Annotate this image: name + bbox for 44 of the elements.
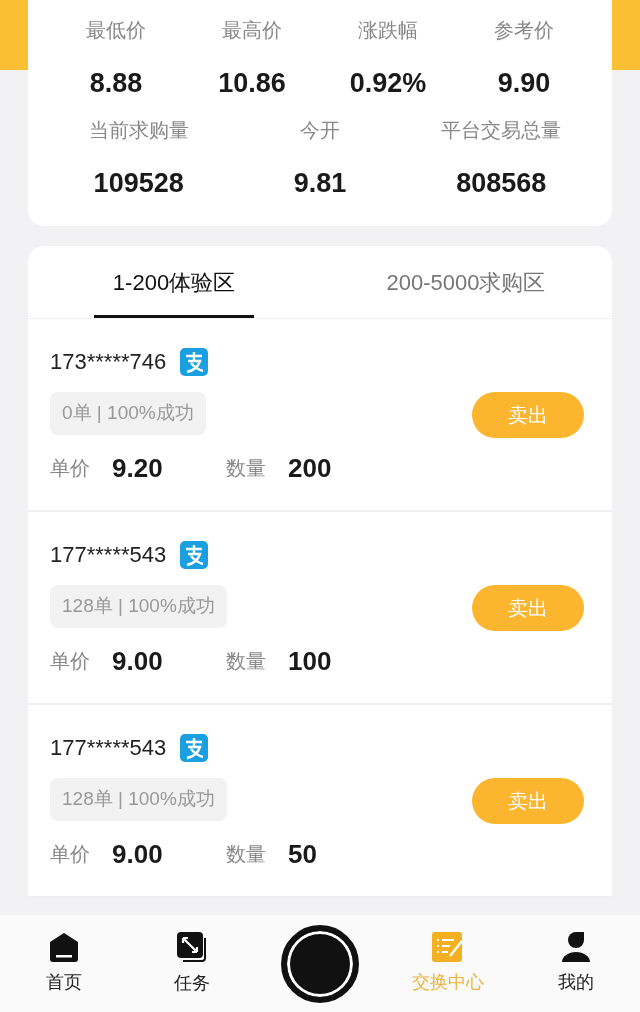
price-label: 单价 xyxy=(50,456,90,482)
tab[interactable]: 200-5000求购区 xyxy=(320,246,612,318)
stat-value: 10.86 xyxy=(218,68,286,98)
user-phone: 177*****543 xyxy=(50,734,167,763)
price-label: 单价 xyxy=(50,842,90,868)
stat-value: 8.88 xyxy=(89,68,143,98)
nav-tab[interactable]: 我的 xyxy=(512,931,640,996)
payment-icon xyxy=(180,733,209,762)
stat-label: 最低价 xyxy=(86,18,146,42)
quantity-value: 50 xyxy=(288,837,317,871)
user-phone: 177*****543 xyxy=(50,541,167,570)
price-label: 单价 xyxy=(50,649,90,675)
nav-tab[interactable]: 任务 xyxy=(128,930,256,997)
tab[interactable]: 1-200体验区 xyxy=(94,246,254,318)
price-value: 9.00 xyxy=(112,644,164,678)
nav-tab[interactable]: 首页 xyxy=(0,931,128,996)
user-phone: 173*****746 xyxy=(50,348,167,377)
stat-value: 0.92% xyxy=(349,68,427,98)
stat-label: 当前求购量 xyxy=(88,118,189,142)
price-value: 9.20 xyxy=(112,451,164,485)
stat-value: 9.90 xyxy=(497,68,551,98)
stat-label: 今开 xyxy=(300,118,340,142)
quantity-label: 数量 xyxy=(226,842,266,868)
quantity-label: 数量 xyxy=(226,649,266,675)
payment-icon xyxy=(180,540,209,569)
trade-record: 128单 | 100%成功 xyxy=(50,585,227,628)
stat-value: 808568 xyxy=(456,168,547,198)
stat-label: 最高价 xyxy=(222,18,282,42)
stat-label: 涨跌幅 xyxy=(358,18,418,42)
stat-value: 109528 xyxy=(93,168,184,198)
trade-record: 128单 | 100%成功 xyxy=(50,778,227,821)
price-value: 9.00 xyxy=(112,837,164,871)
notepad-icon xyxy=(431,931,465,963)
quantity-value: 100 xyxy=(288,644,332,678)
payment-icon xyxy=(180,347,209,376)
stat-label: 平台交易总量 xyxy=(441,118,562,142)
home-icon xyxy=(48,931,80,963)
stat-value: 9.81 xyxy=(293,168,347,198)
person-icon xyxy=(561,931,591,963)
trade-record: 0单 | 100%成功 xyxy=(50,392,206,435)
expand-icon xyxy=(175,930,209,964)
quantity-label: 数量 xyxy=(226,456,266,482)
quantity-value: 200 xyxy=(288,451,332,485)
stat-label: 参考价 xyxy=(494,18,554,42)
